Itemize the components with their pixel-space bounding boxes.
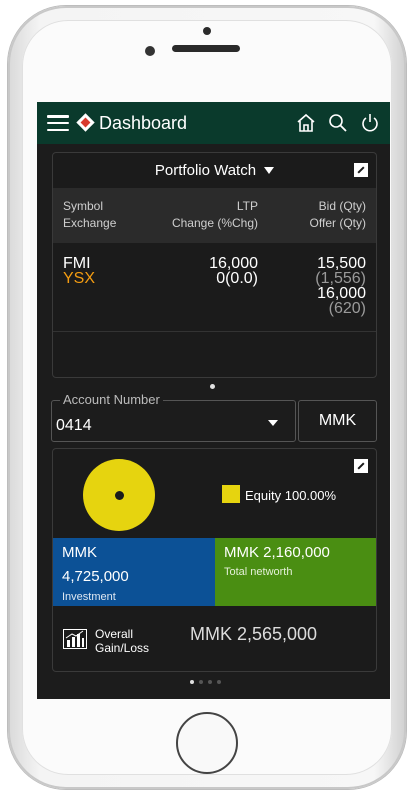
investment-tile: MMK 4,725,000 Investment <box>53 538 215 606</box>
gain-loss-row: Overall Gain/Loss MMK 2,565,000 <box>53 606 376 671</box>
search-icon[interactable] <box>328 113 348 133</box>
account-number-value: 0414 <box>56 417 92 434</box>
front-camera <box>145 46 155 56</box>
row-change: 0(0.0) <box>216 270 258 287</box>
gain-loss-value: MMK 2,565,000 <box>190 624 318 644</box>
equity-legend-swatch <box>222 485 240 503</box>
dropdown-caret-icon <box>268 420 278 426</box>
portfolio-watch-card: Portfolio Watch Symbol Exchange LTP Chan… <box>52 152 377 378</box>
networth-tile: MMK 2,160,000 Total networth <box>215 538 376 606</box>
networth-label: Total networth <box>224 566 293 578</box>
page-indicator-dot <box>210 384 215 389</box>
account-number-label: Account Number <box>60 392 163 407</box>
col-offer: Offer (Qty) <box>309 216 366 230</box>
currency-label: MMK <box>318 412 357 429</box>
bar-chart-icon <box>63 629 87 649</box>
logo-icon <box>76 113 95 132</box>
row-exchange: YSX <box>63 270 96 287</box>
row-offer-qty: (620) <box>328 300 366 317</box>
app-bar: Dashboard <box>37 102 390 144</box>
col-exchange: Exchange <box>63 216 117 230</box>
portfolio-watch-selector[interactable]: Portfolio Watch <box>53 153 376 188</box>
pager-dot[interactable] <box>208 680 212 684</box>
equity-legend-label: Equity 100.00% <box>245 488 337 503</box>
app-screen: Dashboard Portfolio Watch Symbol Exchang… <box>37 102 390 699</box>
investment-label: Investment <box>62 591 116 603</box>
portfolio-watch-title: Portfolio Watch <box>154 162 257 179</box>
pager-dot[interactable] <box>190 680 194 684</box>
gain-loss-label: Overall Gain/Loss <box>95 627 149 655</box>
investment-amount: 4,725,000 <box>62 568 129 585</box>
column-headers: Symbol Exchange LTP Change (%Chg) Bid (Q… <box>53 188 376 243</box>
portfolio-summary-card: Equity 100.00% MMK 4,725,000 Investment … <box>52 448 377 672</box>
networth-amount: MMK 2,160,000 <box>224 544 330 561</box>
account-number-select[interactable]: Account Number 0414 <box>51 392 296 442</box>
equity-pie-chart <box>83 459 155 531</box>
hamburger-menu-icon[interactable] <box>47 115 69 131</box>
investment-currency: MMK <box>62 544 97 561</box>
dropdown-caret-icon <box>264 167 275 174</box>
earpiece-dot <box>203 27 211 35</box>
gain-loss-label-line2: Gain/Loss <box>95 641 150 655</box>
home-button[interactable] <box>176 712 238 774</box>
expand-icon[interactable] <box>354 459 368 473</box>
speaker-grille <box>172 45 240 52</box>
col-ltp: LTP <box>236 199 258 213</box>
pager-dot[interactable] <box>199 680 203 684</box>
power-icon[interactable] <box>360 113 380 133</box>
page-title: Dashboard <box>99 112 188 133</box>
pager-dots <box>190 680 221 684</box>
pager-dot[interactable] <box>217 680 221 684</box>
col-bid: Bid (Qty) <box>318 199 366 213</box>
col-change: Change (%Chg) <box>171 216 258 230</box>
table-row[interactable]: FMI YSX 16,000 0(0.0) 15,500 (1,556) 16,… <box>53 243 376 332</box>
col-symbol: Symbol <box>63 199 104 213</box>
home-icon[interactable] <box>296 113 316 133</box>
gain-loss-label-line1: Overall <box>95 627 134 641</box>
currency-button[interactable]: MMK <box>298 400 377 442</box>
expand-icon[interactable] <box>354 163 368 177</box>
